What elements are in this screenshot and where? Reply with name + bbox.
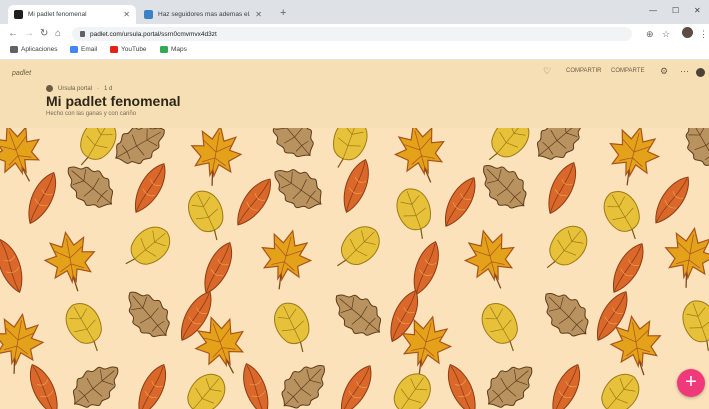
tab-inactive[interactable]: Haz seguidores mas ademas el... ✕ bbox=[138, 5, 268, 24]
padlet-wallpaper bbox=[0, 128, 709, 409]
padlet-favicon-icon bbox=[14, 10, 23, 19]
profile-avatar[interactable] bbox=[682, 27, 693, 38]
separator: · bbox=[97, 85, 100, 92]
bookmark-label: Email bbox=[81, 46, 98, 53]
site-favicon-icon bbox=[144, 10, 153, 19]
author-meta: Ursula portal · 1 d bbox=[46, 85, 112, 92]
like-icon[interactable]: ♡ bbox=[543, 66, 551, 77]
address-bar[interactable]: padlet.com/ursula.portal/ssrn0cmvmvx4d3z… bbox=[72, 27, 632, 41]
youtube-icon bbox=[110, 46, 118, 53]
bookmark-label: YouTube bbox=[121, 46, 147, 53]
author-name: Ursula portal bbox=[58, 85, 93, 92]
back-icon[interactable]: ← bbox=[8, 28, 18, 40]
settings-icon[interactable]: ⚙ bbox=[660, 66, 668, 77]
minimize-icon[interactable]: — bbox=[649, 6, 657, 15]
reload-icon[interactable]: ↻ bbox=[40, 28, 48, 40]
bookmark-star-icon[interactable]: ☆ bbox=[662, 28, 670, 40]
home-icon[interactable]: ⌂ bbox=[55, 28, 61, 40]
tab-active[interactable]: Mi padlet fenomenal ✕ bbox=[8, 5, 136, 24]
post-age: 1 d bbox=[104, 85, 113, 92]
apps-grid-icon bbox=[10, 46, 18, 53]
remake-button[interactable]: COMPARTE bbox=[611, 68, 644, 74]
user-avatar[interactable] bbox=[696, 68, 705, 77]
close-window-icon[interactable]: ✕ bbox=[694, 6, 701, 15]
bookmark-maps[interactable]: Maps bbox=[160, 46, 187, 53]
mail-icon bbox=[70, 46, 78, 53]
share-button[interactable]: COMPARTIR bbox=[566, 68, 601, 74]
bookmark-apps[interactable]: Aplicaciones bbox=[10, 46, 58, 53]
bookmark-email[interactable]: Email bbox=[70, 46, 97, 53]
more-options-icon[interactable]: ⋯ bbox=[680, 66, 689, 77]
maximize-icon[interactable]: ☐ bbox=[672, 6, 679, 15]
bookmark-label: Maps bbox=[171, 46, 187, 53]
forward-icon[interactable]: → bbox=[24, 28, 34, 40]
bookmark-youtube[interactable]: YouTube bbox=[110, 46, 147, 53]
author-avatar bbox=[46, 85, 53, 92]
leaf-pattern bbox=[0, 128, 709, 409]
tab-title: Haz seguidores mas ademas el... bbox=[158, 11, 251, 18]
page-title: Mi padlet fenomenal bbox=[46, 93, 181, 109]
browser-toolbar: ← → ↻ ⌂ padlet.com/ursula.portal/ssrn0cm… bbox=[0, 24, 709, 44]
padlet-logo[interactable]: padlet bbox=[12, 70, 31, 77]
menu-icon[interactable]: ⋮ bbox=[699, 28, 708, 40]
new-tab-icon[interactable]: + bbox=[280, 7, 286, 19]
url-text: padlet.com/ursula.portal/ssrn0cmvmvx4d3z… bbox=[90, 30, 217, 38]
maps-icon bbox=[160, 46, 168, 53]
close-tab-icon[interactable]: ✕ bbox=[255, 10, 262, 19]
page-subtitle: Hecho con las ganas y con cariño bbox=[46, 111, 137, 117]
close-tab-icon[interactable]: ✕ bbox=[123, 10, 130, 19]
browser-tab-strip: Mi padlet fenomenal ✕ Haz seguidores mas… bbox=[0, 0, 709, 24]
add-post-button[interactable]: + bbox=[677, 369, 705, 397]
lock-icon bbox=[80, 31, 85, 37]
bookmark-label: Aplicaciones bbox=[21, 46, 58, 53]
bookmarks-bar: Aplicaciones Email YouTube Maps bbox=[0, 44, 709, 60]
extensions-icon[interactable]: ⊕ bbox=[646, 28, 654, 40]
tab-title: Mi padlet fenomenal bbox=[28, 11, 87, 18]
padlet-header: padlet Ursula portal · 1 d Mi padlet fen… bbox=[0, 60, 709, 128]
